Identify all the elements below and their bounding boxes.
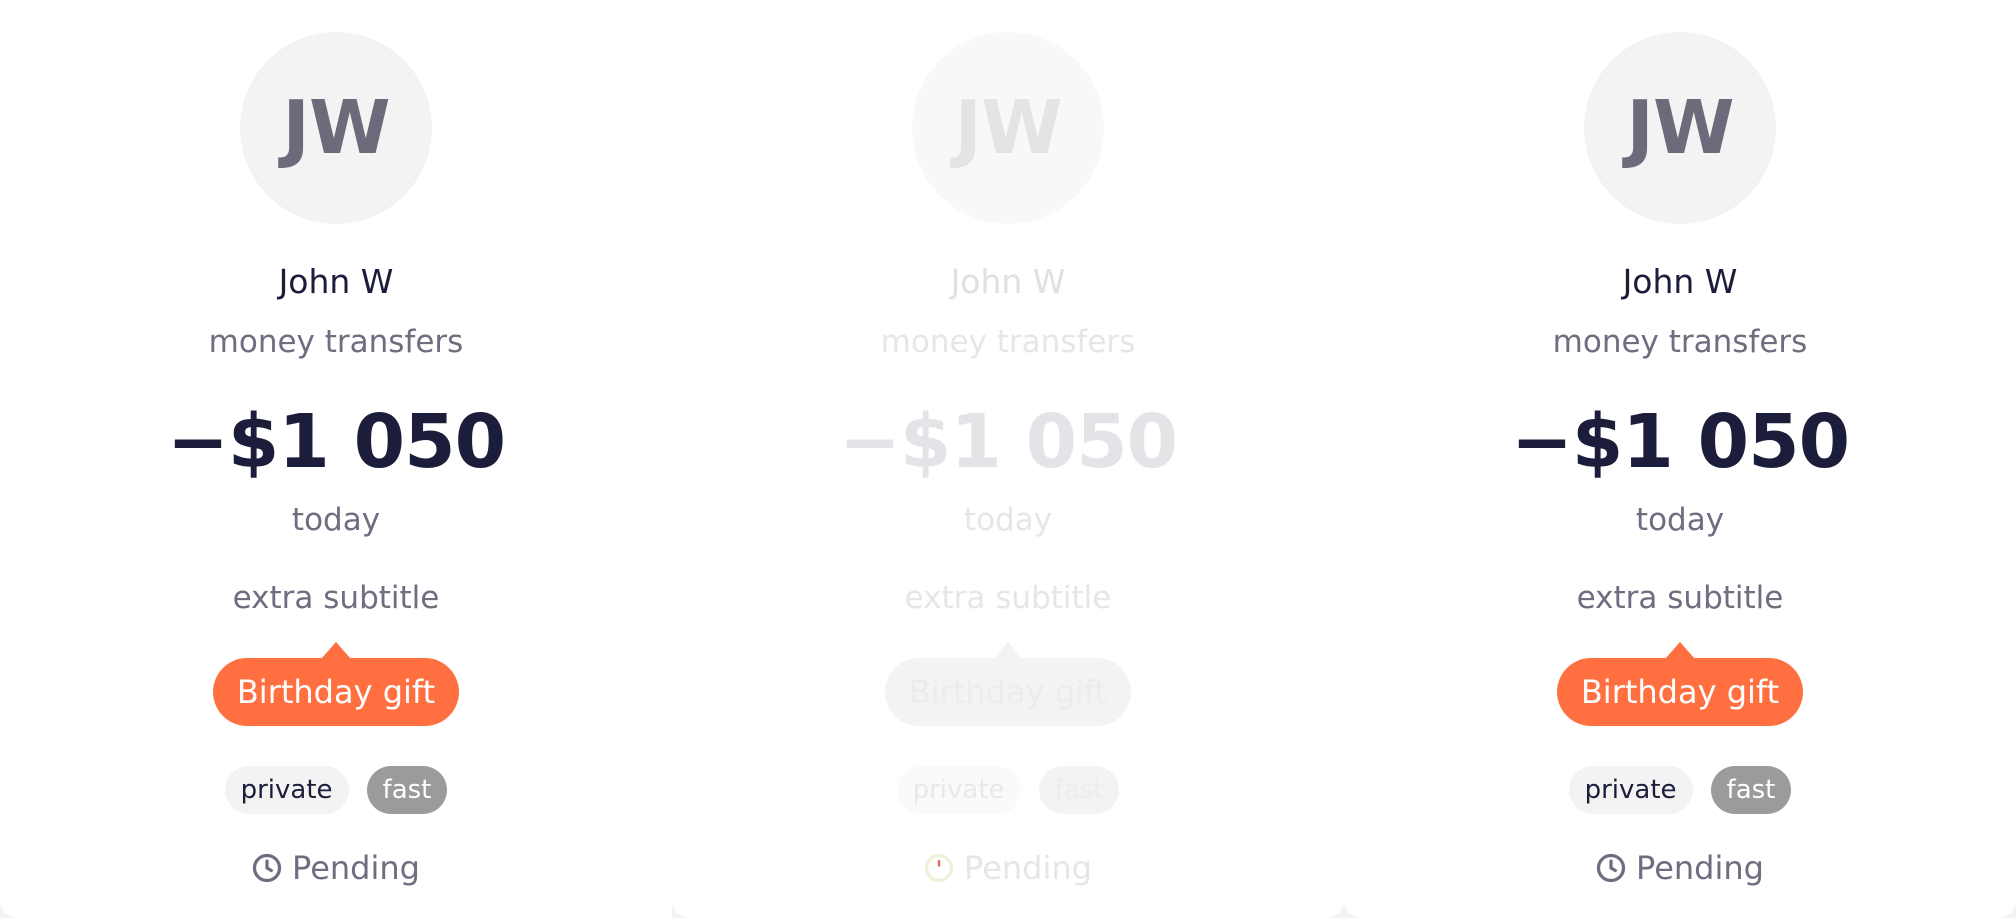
status-text: Pending: [964, 849, 1092, 887]
clock-icon: [252, 853, 282, 883]
clock-icon: [924, 853, 954, 883]
transaction-card-faded[interactable]: JW John W money transfers −$1 050 today …: [672, 0, 1344, 918]
note-text: Birthday gift: [884, 658, 1132, 726]
transaction-category: money transfers: [880, 324, 1136, 360]
tag-private[interactable]: private: [1568, 766, 1693, 814]
extra-subtitle: extra subtitle: [1576, 580, 1784, 616]
tag-list: private fast: [1568, 766, 1792, 814]
transaction-date: today: [291, 502, 381, 538]
tag-private[interactable]: private: [224, 766, 349, 814]
contact-name: John W: [278, 262, 394, 301]
note-bubble-tail: [993, 642, 1023, 659]
contact-name: John W: [1622, 262, 1738, 301]
tag-fast[interactable]: fast: [1038, 766, 1120, 814]
transaction-card[interactable]: JW John W money transfers −$1 050 today …: [1344, 0, 2016, 918]
status-indicator: Pending: [924, 848, 1092, 888]
avatar: JW: [912, 32, 1104, 224]
transaction-card[interactable]: JW John W money transfers −$1 050 today …: [0, 0, 672, 918]
extra-subtitle: extra subtitle: [904, 580, 1112, 616]
transaction-category: money transfers: [1552, 324, 1808, 360]
transaction-amount: −$1 050: [838, 399, 1178, 485]
status-indicator: Pending: [252, 848, 420, 888]
transaction-date: today: [1635, 502, 1725, 538]
tag-fast[interactable]: fast: [1710, 766, 1792, 814]
status-text: Pending: [1636, 849, 1764, 887]
avatar: JW: [240, 32, 432, 224]
transaction-date: today: [963, 502, 1053, 538]
note-text: Birthday gift: [1556, 658, 1804, 726]
note-bubble-tail: [321, 642, 351, 659]
transaction-amount: −$1 050: [166, 399, 506, 485]
transaction-category: money transfers: [208, 324, 464, 360]
extra-subtitle: extra subtitle: [232, 580, 440, 616]
avatar: JW: [1584, 32, 1776, 224]
note-bubble-tail: [1665, 642, 1695, 659]
tag-fast[interactable]: fast: [366, 766, 448, 814]
transaction-cards-row: JW John W money transfers −$1 050 today …: [0, 0, 2016, 918]
tag-list: private fast: [896, 766, 1120, 814]
tag-private[interactable]: private: [896, 766, 1021, 814]
note-bubble: Birthday gift: [1556, 642, 1804, 726]
note-text: Birthday gift: [212, 658, 460, 726]
clock-icon: [1596, 853, 1626, 883]
transaction-amount: −$1 050: [1510, 399, 1850, 485]
tag-list: private fast: [224, 766, 448, 814]
status-indicator: Pending: [1596, 848, 1764, 888]
contact-name: John W: [950, 262, 1066, 301]
status-text: Pending: [292, 849, 420, 887]
note-bubble: Birthday gift: [212, 642, 460, 726]
note-bubble: Birthday gift: [884, 642, 1132, 726]
